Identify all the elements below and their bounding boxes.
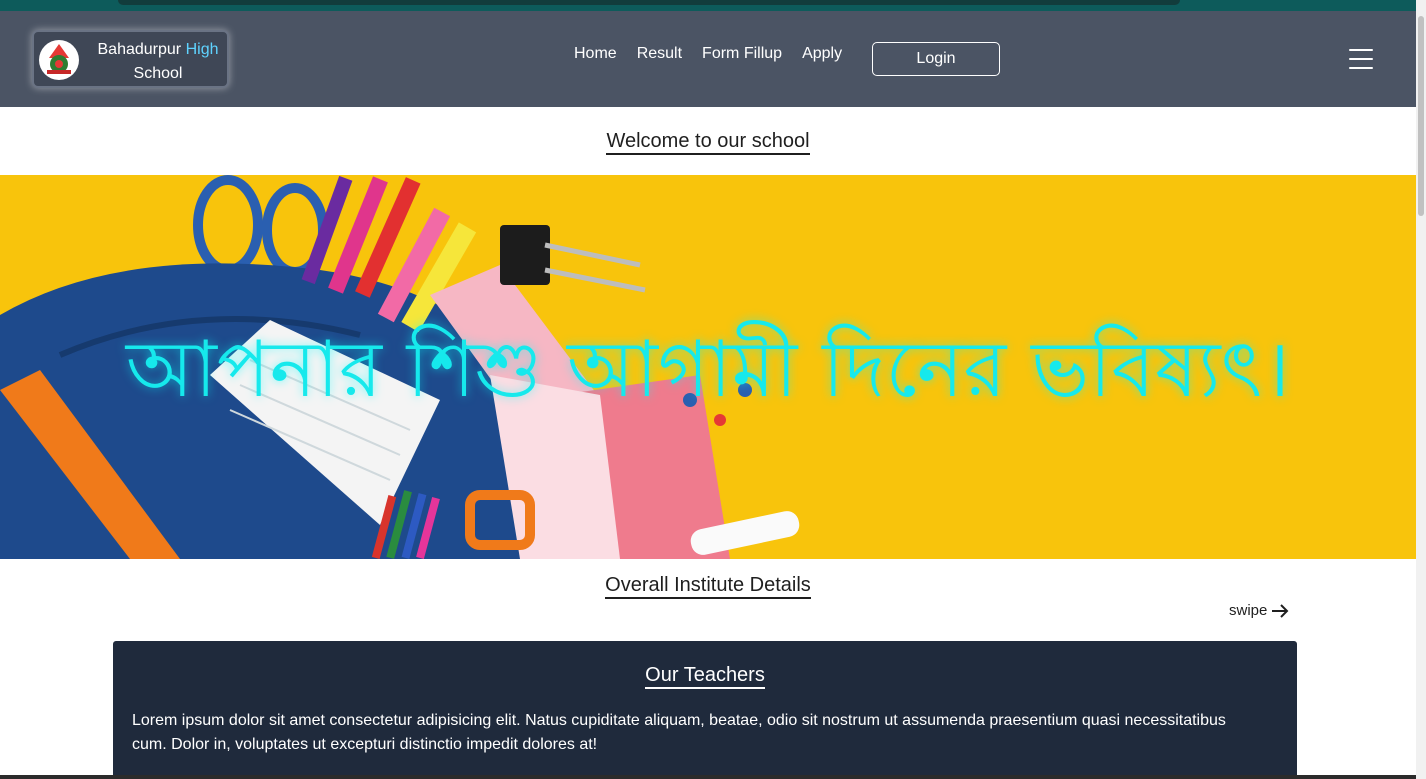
brand[interactable]: Bahadurpur High School xyxy=(32,30,229,88)
welcome-heading: Welcome to our school xyxy=(0,130,1416,155)
scrollbar-thumb[interactable] xyxy=(1418,16,1424,216)
brand-name-part1: Bahadurpur xyxy=(97,41,182,58)
swipe-hint[interactable]: swipe xyxy=(1229,602,1289,619)
brand-name-highlight: High xyxy=(185,41,219,58)
details-heading: Overall Institute Details xyxy=(0,574,1416,599)
brand-name-part2: School xyxy=(133,65,183,82)
top-strip-pill xyxy=(118,0,1180,5)
bottom-strip xyxy=(0,775,1416,779)
banner-tagline: আপনার শিশু আগামী দিনের ভবিষ্যৎ। xyxy=(125,325,1291,415)
details-title-text: Overall Institute Details xyxy=(605,574,811,599)
welcome-text: Welcome to our school xyxy=(606,130,810,155)
vertical-scrollbar[interactable] xyxy=(1416,0,1426,779)
hamburger-menu-icon[interactable] xyxy=(1349,49,1373,69)
brand-name: Bahadurpur High School xyxy=(88,38,228,86)
login-button[interactable]: Login xyxy=(872,42,1000,76)
teachers-heading: Our Teachers xyxy=(113,664,1297,689)
page: Bahadurpur High School Home Result Form … xyxy=(0,0,1426,779)
top-strip xyxy=(0,0,1416,11)
school-logo-icon xyxy=(39,40,79,80)
swipe-label: swipe xyxy=(1229,602,1268,619)
nav-link-result[interactable]: Result xyxy=(637,44,682,64)
nav-links: Home Result Form Fillup Apply xyxy=(574,44,862,64)
arrow-right-icon xyxy=(1272,603,1289,618)
teachers-card: Our Teachers Lorem ipsum dolor sit amet … xyxy=(113,641,1297,779)
nav-link-home[interactable]: Home xyxy=(574,44,617,64)
nav-link-apply[interactable]: Apply xyxy=(802,44,842,64)
teachers-description: Lorem ipsum dolor sit amet consectetur a… xyxy=(132,712,1226,753)
nav-link-form-fillup[interactable]: Form Fillup xyxy=(702,44,782,64)
hero-banner: আপনার শিশু আগামী দিনের ভবিষ্যৎ। xyxy=(0,175,1416,559)
navbar: Bahadurpur High School Home Result Form … xyxy=(0,11,1416,107)
teachers-title-text: Our Teachers xyxy=(645,664,765,689)
